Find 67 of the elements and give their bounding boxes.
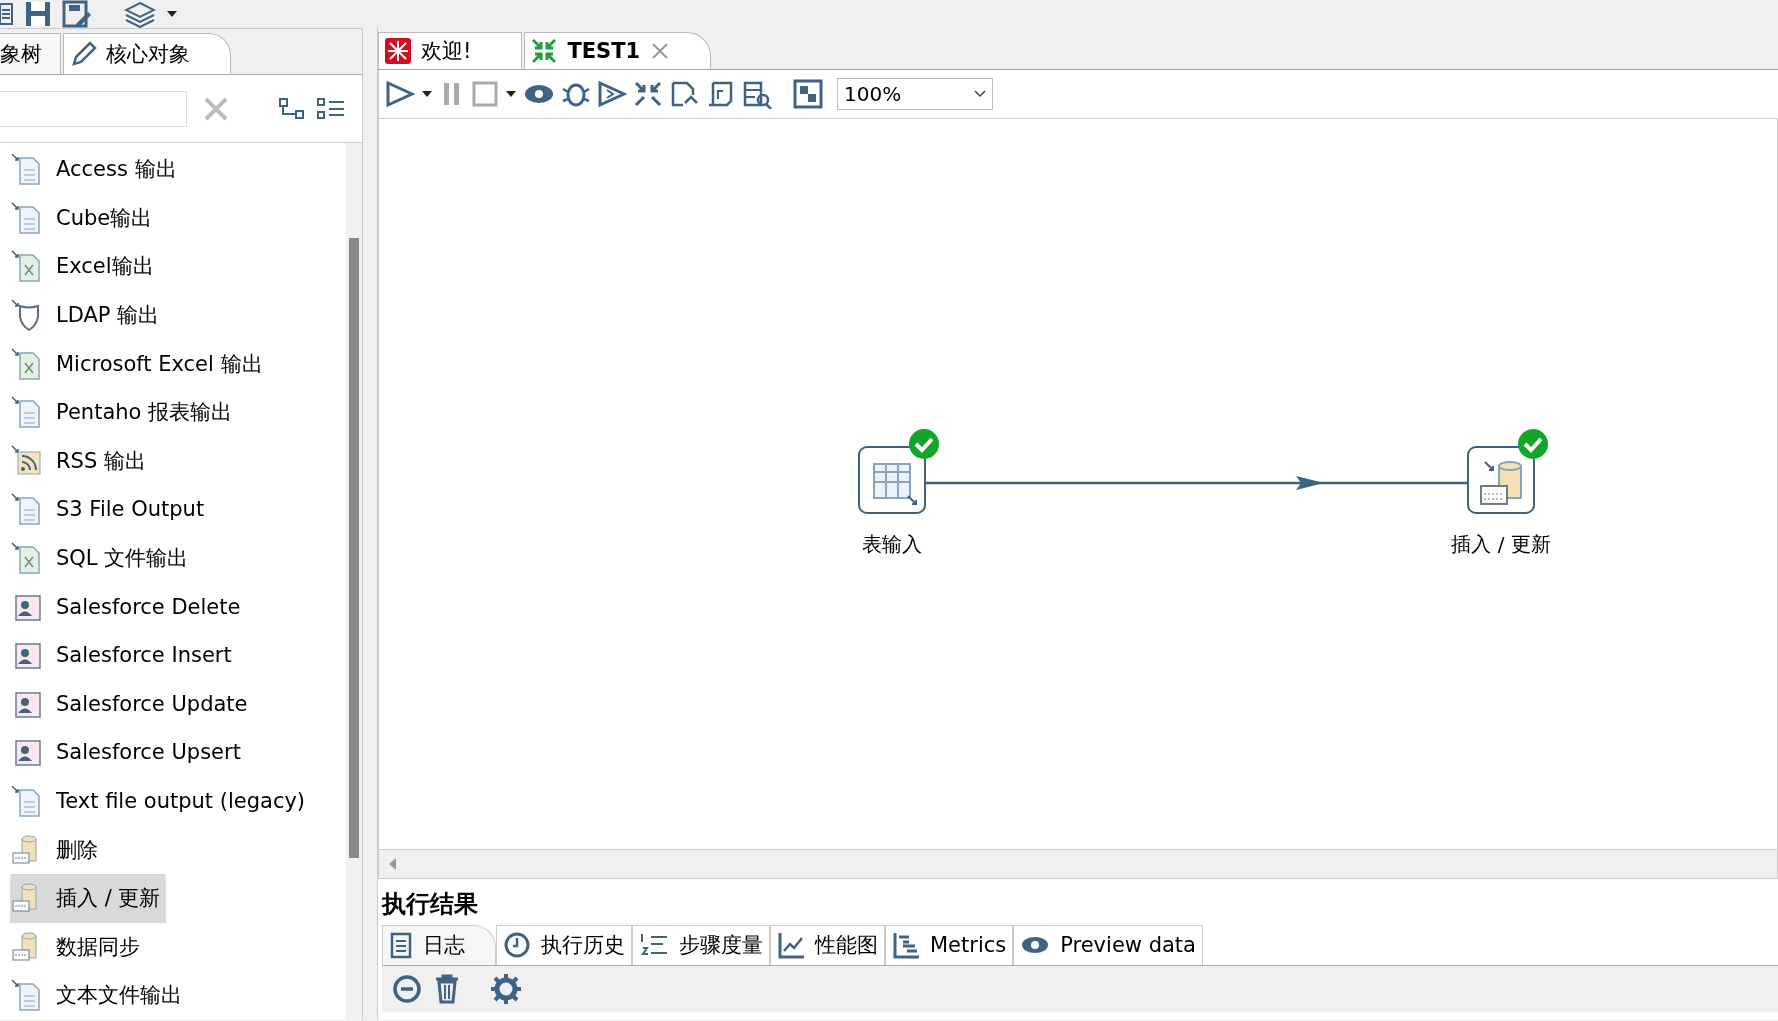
chevron-down-icon[interactable] bbox=[974, 90, 986, 98]
hop-arrow[interactable] bbox=[926, 476, 1468, 490]
step-label: 插入 / 更新 bbox=[1451, 531, 1551, 558]
verify-icon[interactable] bbox=[633, 79, 663, 109]
palette-item[interactable]: 数据同步 bbox=[10, 922, 346, 972]
settings-icon[interactable] bbox=[490, 972, 522, 1005]
save-icon[interactable] bbox=[24, 0, 52, 28]
notepad-icon bbox=[389, 931, 413, 960]
run-menu-caret-icon[interactable] bbox=[421, 90, 433, 98]
palette-item[interactable]: Salesforce Insert bbox=[10, 630, 346, 680]
impact-icon[interactable] bbox=[669, 79, 699, 109]
database-search-icon[interactable] bbox=[741, 79, 773, 109]
palette-item[interactable]: Salesforce Upsert bbox=[10, 728, 346, 777]
step-node[interactable] bbox=[1467, 446, 1535, 514]
results-tab[interactable]: Preview data bbox=[1013, 924, 1203, 965]
editor-tab[interactable]: TEST1 bbox=[524, 32, 712, 69]
results-tab[interactable]: 执行历史 bbox=[496, 924, 632, 965]
run-icon[interactable] bbox=[385, 80, 415, 108]
scrollbar-thumb[interactable] bbox=[349, 238, 359, 858]
panel-title: 执行结果 bbox=[380, 888, 478, 920]
palette-item[interactable]: LDAP 输出 bbox=[10, 290, 346, 340]
search-field[interactable] bbox=[0, 90, 187, 127]
palette-item[interactable]: S3 File Output bbox=[10, 485, 346, 534]
results-tab[interactable]: 步骤度量 bbox=[632, 924, 770, 965]
palette-item[interactable]: Microsoft Excel 输出 bbox=[10, 339, 346, 388]
remove-icon[interactable] bbox=[392, 973, 422, 1004]
palette-item[interactable]: Salesforce Delete bbox=[10, 582, 346, 631]
pencil-icon bbox=[70, 40, 98, 68]
line-chart-icon bbox=[777, 931, 805, 960]
trash-icon[interactable] bbox=[434, 973, 460, 1004]
palette-item[interactable]: Cube输出 bbox=[10, 193, 346, 243]
converging-arrows-icon bbox=[531, 38, 558, 64]
rss-icon bbox=[10, 443, 44, 478]
palette-item[interactable]: 文本文件输出 bbox=[10, 971, 346, 1020]
editor-tab[interactable]: 欢迎! bbox=[378, 32, 523, 69]
tree-view-icon[interactable] bbox=[278, 96, 306, 121]
layers-icon[interactable] bbox=[124, 0, 156, 28]
list-icon[interactable] bbox=[0, 1, 14, 27]
stop-menu-caret-icon[interactable] bbox=[505, 90, 517, 98]
caret-icon[interactable] bbox=[166, 10, 178, 18]
grid-icon[interactable] bbox=[793, 79, 823, 109]
step-label: 表输入 bbox=[862, 531, 922, 558]
step-node[interactable] bbox=[858, 446, 926, 514]
palette-item[interactable]: Pentaho 报表输出 bbox=[10, 387, 346, 437]
zoom-dropdown[interactable]: 100% bbox=[837, 78, 993, 110]
palette-item[interactable]: Access 输出 bbox=[10, 145, 346, 194]
replay-icon[interactable] bbox=[597, 80, 627, 108]
results-tab[interactable]: 日志 bbox=[382, 924, 496, 965]
list-view-icon[interactable] bbox=[316, 96, 346, 121]
results-tab[interactable]: 性能图 bbox=[770, 924, 885, 965]
save-as-icon[interactable] bbox=[62, 0, 92, 28]
scrollbar[interactable] bbox=[346, 143, 362, 1020]
close-icon[interactable] bbox=[650, 41, 671, 61]
palette-item[interactable]: 删除 bbox=[10, 825, 346, 874]
palette-item[interactable]: Excel输出 bbox=[10, 242, 346, 291]
panel-tab[interactable]: 核心对象 bbox=[63, 33, 231, 74]
gantt-icon bbox=[892, 931, 920, 960]
spark-logo-icon bbox=[385, 38, 411, 64]
results-tab[interactable]: Metrics bbox=[885, 924, 1014, 965]
palette-item[interactable]: Text file output (legacy) bbox=[10, 776, 346, 826]
palette-item[interactable]: 插入 / 更新 bbox=[10, 873, 167, 923]
preview-icon[interactable] bbox=[523, 82, 555, 106]
palette-item[interactable]: RSS 输出 bbox=[10, 436, 346, 486]
palette-item[interactable]: Salesforce Update bbox=[10, 679, 346, 729]
clock-icon bbox=[503, 931, 531, 960]
panel-tab[interactable]: 象树 bbox=[0, 33, 61, 74]
palette-item[interactable]: SQL 文件输出 bbox=[10, 533, 346, 583]
